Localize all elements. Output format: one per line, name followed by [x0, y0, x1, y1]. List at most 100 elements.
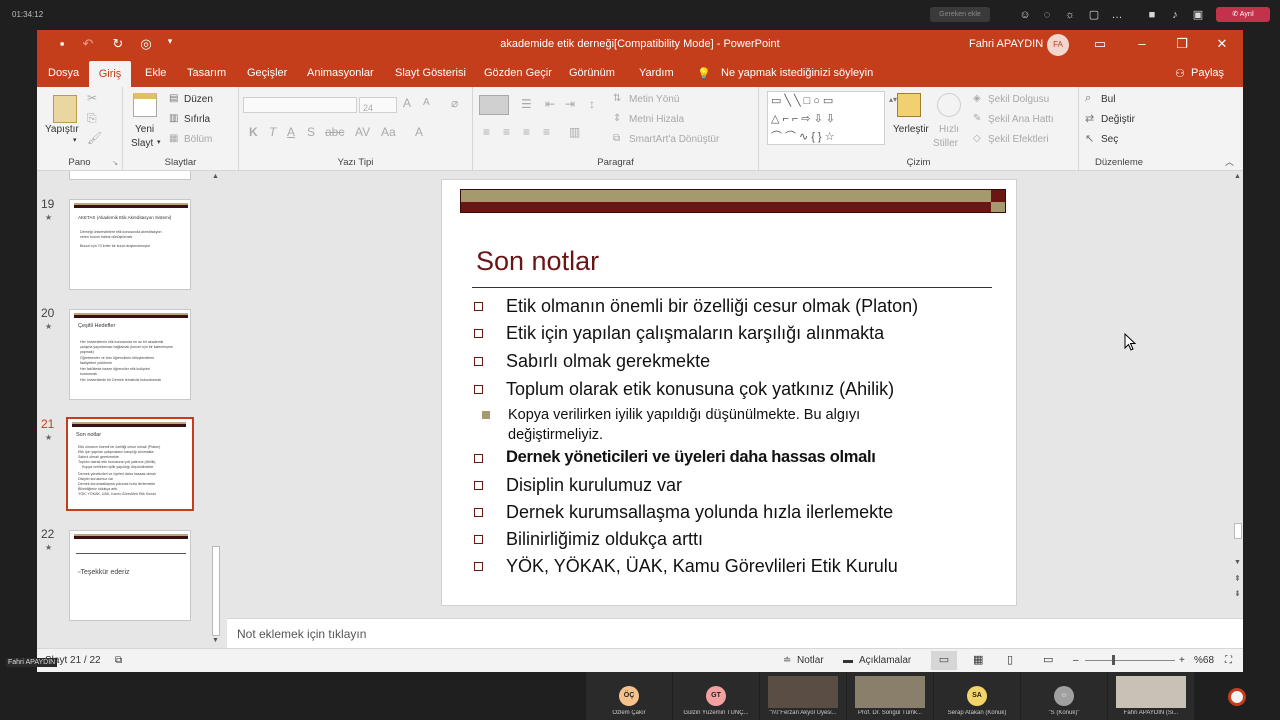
slide-thumbnail-20[interactable]: Çeşitli Hedefler Her üniversitenin etik … [69, 309, 191, 400]
decrease-font-icon[interactable]: A [423, 97, 430, 108]
justify-icon[interactable]: ≡ [543, 125, 550, 139]
text-direction-icon[interactable]: ⇅ [613, 93, 621, 104]
share-icon[interactable]: ⚇ [1175, 67, 1185, 80]
slideshow-icon[interactable]: ▭ [1043, 653, 1053, 666]
shape-effects-button[interactable]: Şekil Efektleri [988, 134, 1049, 145]
zoom-in-icon[interactable]: + [1179, 655, 1185, 666]
more-icon[interactable]: … [1110, 8, 1124, 22]
shapes-gallery[interactable]: ▭╲╲□○▭ △⌐⌐⇨⇩⇩ ⌒⌒∿{}☆ [767, 91, 885, 145]
shape-effects-icon[interactable]: ◇ [973, 133, 981, 144]
new-slide-dropdown-icon[interactable]: ▾ [157, 138, 161, 146]
scroll-up-icon[interactable]: ▲ [1234, 173, 1241, 180]
meeting-pill-button[interactable]: Gereken ekle [930, 7, 990, 22]
camera-off-icon[interactable]: ■ [1145, 8, 1159, 22]
align-center-icon[interactable]: ≡ [503, 125, 510, 139]
leave-button[interactable]: ✆ Ayrıl [1216, 7, 1270, 22]
next-slide-icon[interactable]: ⇟ [1234, 589, 1241, 598]
slide-canvas[interactable]: Son notlar Etik olmanın önemli bir özell… [441, 179, 1017, 606]
share-screen-icon[interactable]: ▣ [1191, 8, 1205, 22]
spacing-icon[interactable]: AV [355, 125, 370, 139]
fit-to-window-icon[interactable]: ⛶ [1225, 655, 1232, 666]
ribbon-display-icon[interactable]: ▭ [1091, 36, 1109, 52]
comments-icon[interactable]: ▬ [843, 655, 853, 666]
new-slide-icon[interactable] [133, 93, 157, 117]
gallery-scroll-icon[interactable]: ▴▾ [889, 95, 897, 104]
minimize-icon[interactable]: – [1133, 36, 1151, 51]
normal-view-button[interactable]: ▭ [931, 651, 957, 670]
slide-sorter-icon[interactable]: ▦ [973, 653, 983, 666]
scroll-up-icon[interactable]: ▲ [212, 173, 219, 180]
share-button[interactable]: Paylaş [1191, 67, 1224, 79]
select-button[interactable]: Seç [1101, 134, 1118, 145]
quick-styles-icon[interactable] [937, 93, 961, 117]
zoom-out-icon[interactable]: – [1073, 655, 1079, 666]
quick-styles-label[interactable]: Hızlı [939, 124, 959, 135]
reset-icon[interactable]: ▥ [169, 113, 178, 124]
restore-icon[interactable]: ❐ [1173, 36, 1191, 52]
clear-formatting-icon[interactable]: ⌀ [451, 96, 458, 110]
increase-font-icon[interactable]: A [403, 96, 411, 110]
line-spacing-icon[interactable]: ↕ [589, 97, 595, 111]
shape-fill-icon[interactable]: ◈ [973, 93, 981, 104]
scroll-down-icon[interactable]: ▼ [1234, 559, 1241, 566]
participant-tile[interactable]: Prof. Dr. Songül Tümk... [847, 672, 933, 720]
participant-tile[interactable]: GT Gülzin Yüzemin TUNÇ... [673, 672, 759, 720]
chat-icon[interactable]: ◌ [1040, 8, 1054, 22]
notes-button[interactable]: Notlar [797, 655, 824, 666]
section-button[interactable]: Bölüm [184, 134, 212, 145]
people-icon[interactable]: ☺ [1018, 8, 1032, 22]
user-name[interactable]: Fahri APAYDIN [969, 38, 1043, 50]
zoom-level[interactable]: %68 [1194, 655, 1214, 666]
layout-button[interactable]: Düzen [184, 94, 213, 105]
align-left-icon[interactable]: ≡ [483, 125, 490, 139]
smartart-icon[interactable]: ⧉ [613, 133, 620, 144]
cut-icon[interactable]: ✂ [87, 91, 97, 105]
section-icon[interactable]: ▦ [169, 133, 178, 144]
smartart-button[interactable]: SmartArt'a Dönüştür [629, 134, 719, 145]
reset-button[interactable]: Sıfırla [184, 114, 210, 125]
reading-view-icon[interactable]: ▯ [1007, 653, 1013, 666]
new-slide-label-2[interactable]: Slayt [131, 138, 153, 149]
reactions-icon[interactable]: ☼ [1063, 8, 1077, 22]
scroll-thumb[interactable] [1234, 523, 1242, 539]
zoom-slider-handle[interactable] [1112, 655, 1115, 665]
arrange-icon[interactable] [897, 93, 921, 117]
thumbnail-scrollbar[interactable]: ▲ ▼ [210, 171, 222, 648]
tab-slayt-gosterisi[interactable]: Slayt Gösterisi [395, 67, 466, 79]
underline-icon[interactable]: A [287, 125, 295, 139]
find-button[interactable]: Bul [1101, 94, 1115, 105]
notes-placeholder[interactable]: Not eklemek için tıklayın [237, 627, 366, 641]
previous-slide-icon[interactable]: ⇞ [1234, 574, 1241, 583]
slide-title[interactable]: Son notlar [476, 246, 599, 277]
select-icon[interactable]: ↖ [1085, 132, 1094, 145]
bold-icon[interactable]: K [249, 125, 258, 139]
bullets-icon[interactable] [479, 95, 509, 115]
participant-tile[interactable]: ÖÇ Özlem Çakır [586, 672, 672, 720]
tab-giris[interactable]: Giriş [89, 61, 131, 87]
collapse-ribbon-icon[interactable]: ︿ [1225, 155, 1234, 168]
format-painter-icon[interactable]: 🖌 [87, 131, 102, 145]
previous-thumbnail[interactable] [69, 171, 191, 180]
notes-pane[interactable]: Not eklemek için tıklayın [227, 618, 1243, 648]
copy-icon[interactable]: ⎘ [87, 111, 97, 126]
numbering-icon[interactable]: ☰ [521, 97, 532, 111]
tab-tasarim[interactable]: Tasarım [187, 67, 226, 79]
slide-sub-bullet[interactable]: Kopya verilirken iyilik yapıldığı düşünü… [482, 405, 918, 445]
decrease-indent-icon[interactable]: ⇤ [545, 97, 555, 111]
paste-dropdown-icon[interactable]: ▾ [73, 136, 77, 144]
font-size-input[interactable]: 24 [359, 97, 397, 113]
font-name-input[interactable] [243, 97, 357, 113]
slide-thumbnail-22[interactable]: ▫Teşekkür ederiz [69, 530, 191, 621]
mic-icon[interactable]: ♪ [1168, 8, 1182, 22]
align-text-button[interactable]: Metni Hizala [629, 114, 684, 125]
scroll-thumb[interactable] [212, 546, 220, 636]
shape-outline-button[interactable]: Şekil Ana Hattı [988, 114, 1054, 125]
align-text-icon[interactable]: ⇕ [613, 113, 621, 124]
layout-icon[interactable]: ▤ [169, 93, 178, 104]
font-color-icon[interactable]: A [415, 125, 423, 139]
rooms-icon[interactable]: ▢ [1087, 8, 1101, 22]
participant-tile[interactable]: Fahri APAYDIN (Si... [1108, 672, 1194, 720]
columns-icon[interactable]: ▥ [569, 125, 580, 139]
participant-tile[interactable]: "\\\\"Ferzan Akyol Üyesi... [760, 672, 846, 720]
dialog-launcher-icon[interactable]: ↘ [112, 159, 118, 167]
